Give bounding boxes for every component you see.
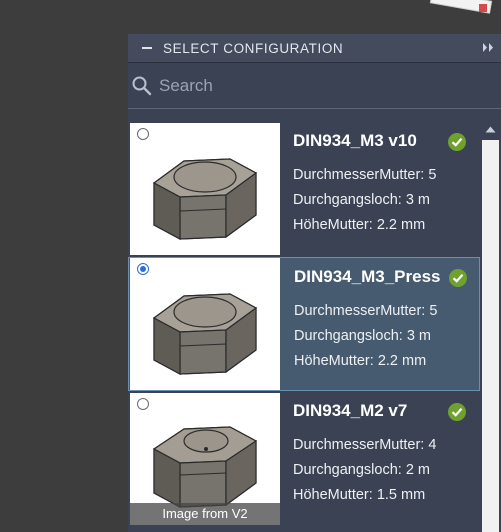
configuration-info: DIN934_M3_Press DurchmesserMutter: 5 Dur… [294, 258, 474, 392]
panel-header: SELECT CONFIGURATION [128, 34, 501, 63]
configuration-thumbnail: Image from V2 [130, 393, 280, 525]
green-check-circle-icon [448, 133, 466, 151]
vertical-scrollbar[interactable] [480, 122, 501, 532]
param-durchgangsloch: Durchgangsloch: 2 m [293, 462, 431, 478]
scrollbar-track[interactable] [482, 140, 499, 532]
param-hoehe-mutter: HöheMutter: 2.2 mm [294, 353, 427, 369]
configuration-info: DIN934_M3 v10 DurchmesserMutter: 5 Durch… [293, 122, 473, 256]
hex-nut-image [152, 293, 258, 376]
configuration-thumbnail [130, 258, 280, 390]
configuration-name: DIN934_M2 v7 [293, 401, 408, 420]
search-input[interactable] [159, 72, 479, 99]
hex-nut-image [152, 426, 258, 509]
configuration-card[interactable]: DIN934_M3_Press DurchmesserMutter: 5 Dur… [128, 257, 480, 391]
search-bar [128, 63, 501, 109]
param-durchmesser-mutter: DurchmesserMutter: 5 [293, 167, 437, 183]
configuration-radio[interactable] [137, 398, 149, 410]
param-durchmesser-mutter: DurchmesserMutter: 5 [294, 303, 438, 319]
configuration-name: DIN934_M3 v10 [293, 131, 417, 150]
panel-title: SELECT CONFIGURATION [163, 41, 344, 56]
select-configuration-panel: SELECT CONFIGURATION Search DIN934_M3 v1… [128, 34, 501, 532]
configuration-thumbnail [130, 123, 280, 255]
magnifier-icon [132, 76, 152, 96]
param-hoehe-mutter: HöheMutter: 2.2 mm [293, 217, 426, 233]
configuration-radio[interactable] [137, 263, 149, 275]
minus-icon[interactable] [142, 47, 152, 49]
thumbnail-caption: Image from V2 [130, 503, 280, 525]
param-durchgangsloch: Durchgangsloch: 3 m [293, 192, 431, 208]
configuration-card[interactable]: Image from V2 DIN934_M2 v7 DurchmesserMu… [128, 392, 480, 526]
configuration-name: DIN934_M3_Press [294, 267, 441, 286]
param-durchgangsloch: Durchgangsloch: 3 m [294, 328, 432, 344]
background-window-fragment [411, 0, 501, 20]
green-check-circle-icon [449, 269, 467, 287]
hex-nut-image [152, 158, 258, 241]
configuration-info: DIN934_M2 v7 DurchmesserMutter: 4 Durchg… [293, 392, 473, 526]
configuration-card[interactable]: DIN934_M3 v10 DurchmesserMutter: 5 Durch… [128, 122, 480, 256]
green-check-circle-icon [448, 403, 466, 421]
configuration-radio[interactable] [137, 128, 149, 140]
double-chevron-right-icon[interactable] [482, 42, 495, 53]
param-durchmesser-mutter: DurchmesserMutter: 4 [293, 437, 437, 453]
param-hoehe-mutter: HöheMutter: 1.5 mm [293, 487, 426, 503]
configuration-list: DIN934_M3 v10 DurchmesserMutter: 5 Durch… [128, 122, 480, 532]
scroll-up-arrow-icon[interactable] [485, 126, 496, 133]
